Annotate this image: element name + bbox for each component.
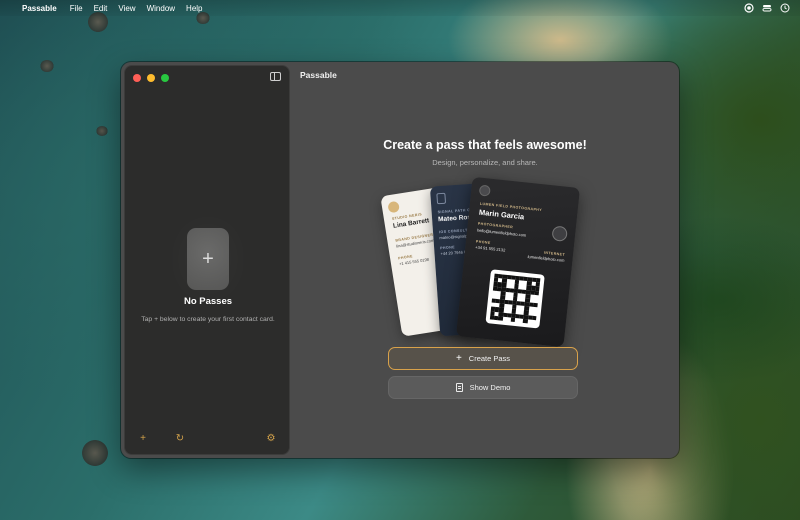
menu-window[interactable]: Window xyxy=(147,4,175,13)
qr-module xyxy=(531,320,536,325)
card-logo-icon xyxy=(387,200,400,214)
menu-edit[interactable]: Edit xyxy=(94,4,108,13)
plus-icon: + xyxy=(455,353,462,364)
hero-title: Create a pass that feels awesome! xyxy=(383,138,587,152)
card-phone: +34 91 555 2132 xyxy=(475,244,506,253)
background-rock xyxy=(96,126,108,136)
add-pass-button[interactable]: + xyxy=(137,432,149,444)
clock-icon[interactable] xyxy=(779,3,790,14)
window-title: Passable xyxy=(300,70,337,80)
document-icon xyxy=(455,383,463,392)
refresh-button[interactable]: ↻ xyxy=(174,432,186,444)
app-window: + No Passes Tap + below to create your f… xyxy=(121,62,679,458)
settings-gear-icon[interactable]: ⚙ xyxy=(265,432,277,444)
show-demo-button[interactable]: Show Demo xyxy=(388,376,578,399)
qr-code-pattern xyxy=(489,273,541,325)
card-email: hello@lumenfieldphoto.com xyxy=(476,227,527,238)
control-center-icon[interactable] xyxy=(761,3,772,14)
hero-subtitle: Design, personalize, and share. xyxy=(432,158,538,167)
menu-view[interactable]: View xyxy=(118,4,135,13)
card-logo-icon xyxy=(478,184,491,197)
screen-record-icon[interactable] xyxy=(743,3,754,14)
background-rock xyxy=(82,440,108,466)
create-pass-button[interactable]: + Create Pass xyxy=(388,347,578,370)
create-pass-label: Create Pass xyxy=(468,354,511,363)
close-window-button[interactable] xyxy=(133,74,141,82)
show-demo-label: Show Demo xyxy=(469,383,511,392)
sidebar-toggle-icon[interactable] xyxy=(270,72,281,81)
add-pass-placeholder[interactable]: + xyxy=(187,228,229,290)
empty-state-subtitle: Tap + below to create your first contact… xyxy=(141,316,275,323)
menu-bar: Passable File Edit View Window Help xyxy=(0,0,800,16)
plus-icon: + xyxy=(202,247,214,270)
card-logo-icon xyxy=(436,192,447,205)
qr-code xyxy=(485,269,545,329)
menu-file[interactable]: File xyxy=(70,4,83,13)
empty-state-title: No Passes xyxy=(183,296,233,307)
sample-card-black: LUMEN FIELD PHOTOGRAPHY Marin Garcia PHO… xyxy=(455,176,581,348)
background-rock xyxy=(40,60,54,72)
menu-app-name[interactable]: Passable xyxy=(22,4,57,13)
minimize-window-button[interactable] xyxy=(147,74,155,82)
sidebar: + No Passes Tap + below to create your f… xyxy=(124,65,290,455)
card-brand-logo-icon xyxy=(551,225,568,242)
sidebar-toolbar: + ↻ ⚙ xyxy=(137,432,277,444)
window-controls xyxy=(133,74,169,82)
maximize-window-button[interactable] xyxy=(161,74,169,82)
menu-help[interactable]: Help xyxy=(186,4,202,13)
